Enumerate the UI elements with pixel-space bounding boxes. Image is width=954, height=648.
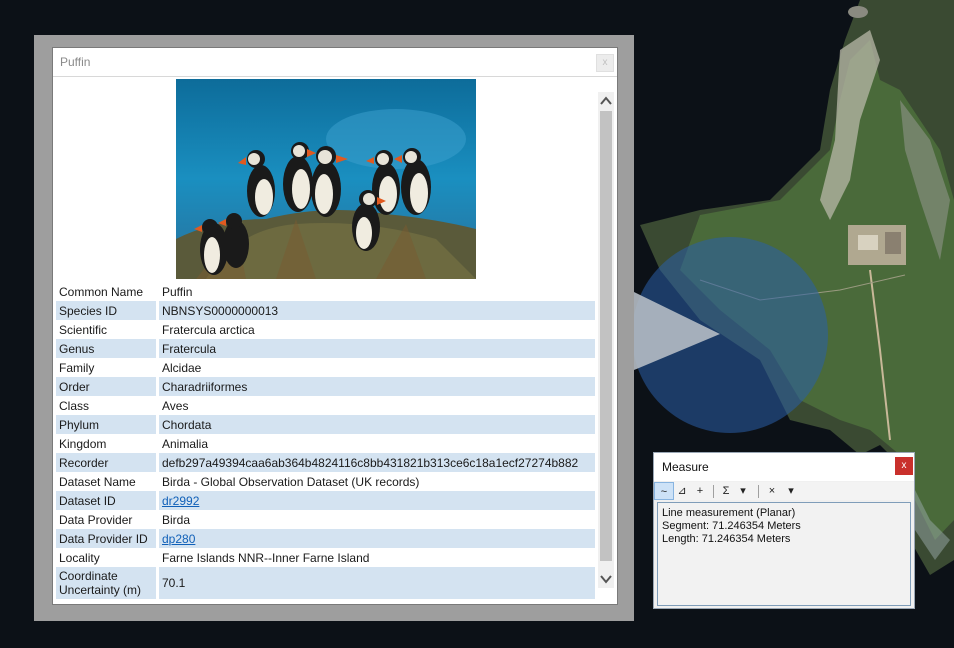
attribute-table: Common Name Puffin Species ID NBNSYS0000… <box>56 282 595 599</box>
row-key: Scientific <box>56 320 159 339</box>
row-value: Farne Islands NNR--Inner Farne Island <box>162 550 370 565</box>
toolbar-separator <box>713 485 714 498</box>
row-value: Animalia <box>162 436 209 451</box>
table-row: Kingdom Animalia <box>56 434 595 453</box>
row-value: NBNSYS0000000013 <box>159 301 595 320</box>
row-value: dr2992 <box>159 491 595 510</box>
measure-window: Measure x ~ ⊿ + Σ ▾ × ▾ Line measurement… <box>653 452 915 609</box>
table-row: Coordinate Uncertainty (m) 70.1 <box>56 567 595 599</box>
measure-type-text: Line measurement (Planar) <box>662 507 796 519</box>
toolbar-separator <box>758 485 759 498</box>
measure-title-bar[interactable]: Measure x <box>654 453 914 481</box>
table-row: Phylum Chordata <box>56 415 595 434</box>
sum-dropdown-chevron-icon[interactable]: ▾ <box>736 482 750 500</box>
row-key: Data Provider <box>56 510 159 529</box>
table-row: Data Provider Birda <box>56 510 595 529</box>
table-row: Genus Fratercula <box>56 339 595 358</box>
table-row: Recorder defb297a49394caa6ab364b4824116c… <box>56 453 595 472</box>
dataset-id-link[interactable]: dr2992 <box>162 494 199 508</box>
row-value: Puffin <box>162 284 193 299</box>
row-value: Alcidae <box>162 360 202 375</box>
popup-scrollbar[interactable] <box>598 92 614 588</box>
measure-point-icon[interactable]: + <box>692 482 708 500</box>
row-key: Phylum <box>56 415 159 434</box>
table-row: Species ID NBNSYS0000000013 <box>56 301 595 320</box>
row-value: dp280 <box>159 529 595 548</box>
row-key: Dataset ID <box>56 491 159 510</box>
row-key: Order <box>56 377 159 396</box>
clear-measure-icon[interactable]: × <box>764 482 780 500</box>
scroll-up-arrow-icon[interactable] <box>598 92 614 110</box>
row-value: Fratercula arctica <box>162 322 255 337</box>
measure-area-icon[interactable]: ⊿ <box>674 482 690 500</box>
data-provider-id-link[interactable]: dp280 <box>162 532 195 546</box>
row-value: Chordata <box>159 415 595 434</box>
row-key: Family <box>56 358 159 377</box>
popup-close-button[interactable]: x <box>596 54 614 72</box>
row-key: Class <box>56 396 159 415</box>
row-value: 70.1 <box>159 567 595 599</box>
table-row: Scientific Fratercula arctica <box>56 320 595 339</box>
scroll-down-arrow-icon[interactable] <box>598 570 614 588</box>
table-row: Dataset ID dr2992 <box>56 491 595 510</box>
row-key: Data Provider ID <box>56 529 159 548</box>
measure-sum-icon[interactable]: Σ <box>718 482 734 500</box>
puffin-photo <box>176 79 476 279</box>
measure-segment-text: Segment: 71.246354 Meters <box>662 520 801 532</box>
scroll-thumb[interactable] <box>600 111 612 561</box>
clear-dropdown-chevron-icon[interactable]: ▾ <box>784 482 798 500</box>
measure-close-button[interactable]: x <box>895 457 913 475</box>
popup-title-bar[interactable]: Puffin x <box>53 48 617 77</box>
popup-title: Puffin <box>60 55 91 69</box>
row-value: defb297a49394caa6ab364b4824116c8bb431821… <box>159 453 595 472</box>
table-row: Data Provider ID dp280 <box>56 529 595 548</box>
measure-toolbar: ~ ⊿ + Σ ▾ × ▾ <box>654 482 914 500</box>
table-row: Common Name Puffin <box>56 282 595 301</box>
table-row: Family Alcidae <box>56 358 595 377</box>
row-value: Charadriiformes <box>159 377 595 396</box>
row-value: Birda <box>162 512 191 527</box>
puffin-photo-icon <box>176 79 476 279</box>
table-row: Locality Farne Islands NNR--Inner Farne … <box>56 548 595 567</box>
row-value: Fratercula <box>159 339 595 358</box>
row-value: Birda - Global Observation Dataset (UK r… <box>162 474 420 489</box>
row-key: Dataset Name <box>56 472 159 491</box>
measure-length-text: Length: 71.246354 Meters <box>662 533 791 545</box>
row-key: Species ID <box>56 301 159 320</box>
row-key: Coordinate Uncertainty (m) <box>56 567 159 599</box>
row-key: Recorder <box>56 453 159 472</box>
measure-title: Measure <box>662 460 709 474</box>
table-row: Class Aves <box>56 396 595 415</box>
row-key: Genus <box>56 339 159 358</box>
identify-popup: Puffin x Common Name Puffin Species ID N… <box>52 47 618 605</box>
table-row: Dataset Name Birda - Global Observation … <box>56 472 595 491</box>
row-key: Kingdom <box>56 434 159 453</box>
row-key: Locality <box>56 548 159 567</box>
measure-line-icon[interactable]: ~ <box>654 482 674 500</box>
row-value: Aves <box>162 398 189 413</box>
measure-results-box[interactable]: Line measurement (Planar) Segment: 71.24… <box>657 502 911 606</box>
table-row: Order Charadriiformes <box>56 377 595 396</box>
row-key: Common Name <box>56 282 159 301</box>
